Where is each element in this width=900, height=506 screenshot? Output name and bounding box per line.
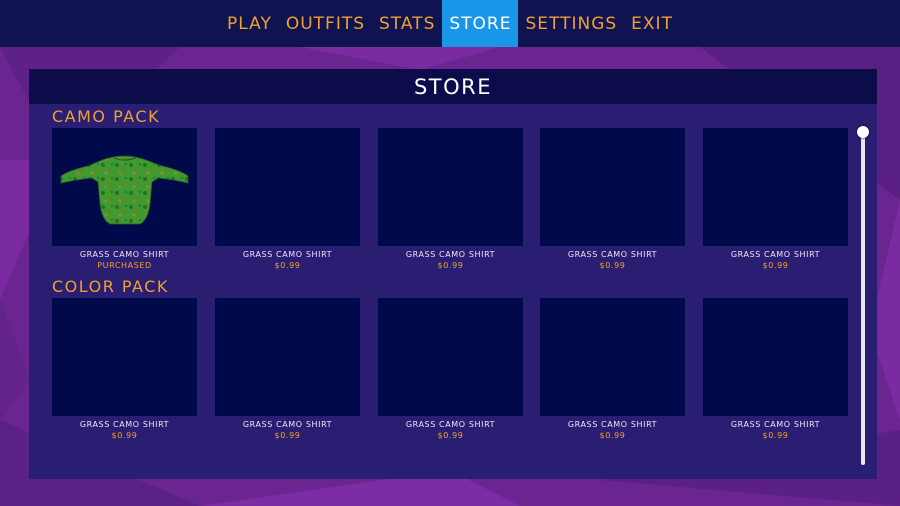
store-item-card[interactable] (540, 298, 685, 416)
item-name: GRASS CAMO SHIRT (730, 250, 821, 259)
section-title-camo-pack: CAMO PACK (52, 107, 161, 126)
item-name: GRASS CAMO SHIRT (567, 420, 658, 429)
item-price: $0.99 (599, 261, 626, 270)
item-price: $0.99 (111, 431, 138, 440)
item-status-purchased: PURCHASED (97, 261, 152, 270)
item-name: GRASS CAMO SHIRT (567, 250, 658, 259)
nav-exit[interactable]: EXIT (624, 0, 680, 47)
item-price: $0.99 (762, 261, 789, 270)
nav-play[interactable]: PLAY (220, 0, 279, 47)
item-name: GRASS CAMO SHIRT (79, 250, 170, 259)
section-title-color-pack: COLOR PACK (52, 277, 169, 296)
store-item-card[interactable] (215, 298, 360, 416)
nav-settings[interactable]: SETTINGS (518, 0, 624, 47)
item-price: $0.99 (274, 431, 301, 440)
item-price: $0.99 (599, 431, 626, 440)
item-price: $0.99 (437, 261, 464, 270)
item-name: GRASS CAMO SHIRT (405, 420, 496, 429)
item-price: $0.99 (762, 431, 789, 440)
item-name: GRASS CAMO SHIRT (242, 420, 333, 429)
nav-store[interactable]: STORE (442, 0, 519, 47)
store-item-card[interactable] (703, 298, 848, 416)
store-title: STORE (413, 74, 493, 99)
store-item-card[interactable] (540, 128, 685, 246)
item-name: GRASS CAMO SHIRT (242, 250, 333, 259)
item-price: $0.99 (437, 431, 464, 440)
nav-outfits[interactable]: OUTFITS (279, 0, 372, 47)
item-name: GRASS CAMO SHIRT (730, 420, 821, 429)
nav-stats[interactable]: STATS (372, 0, 442, 47)
store-item-card[interactable] (378, 298, 523, 416)
store-item-card[interactable] (52, 298, 197, 416)
item-name: GRASS CAMO SHIRT (405, 250, 496, 259)
store-scrollbar[interactable] (857, 126, 869, 465)
store-header: STORE (29, 69, 877, 104)
store-item-card[interactable] (703, 128, 848, 246)
item-name: GRASS CAMO SHIRT (79, 420, 170, 429)
main-navigation-bar: PLAY OUTFITS STATS STORE SETTINGS EXIT (0, 0, 900, 47)
store-item-card[interactable] (215, 128, 360, 246)
item-price: $0.99 (274, 261, 301, 270)
scrollbar-handle[interactable] (857, 126, 869, 138)
store-panel: STORE CAMO PACK GRASS CAMO SHIRT PURCHAS… (29, 69, 877, 479)
store-item-card[interactable] (52, 128, 197, 246)
store-item-card[interactable] (378, 128, 523, 246)
green-camo-shirt-icon (60, 155, 189, 225)
